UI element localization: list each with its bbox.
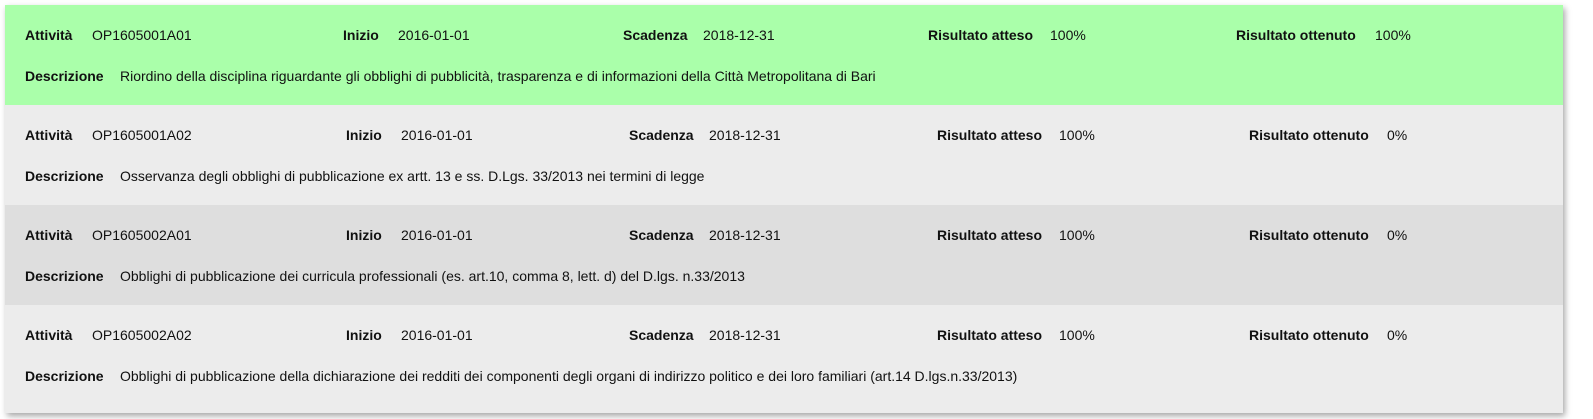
scadenza-value: 2018-12-31 [709,227,781,243]
inizio-value: 2016-01-01 [401,327,473,343]
risultato-ottenuto-label: Risultato ottenuto [1249,127,1369,143]
risultato-atteso-value: 100% [1059,227,1095,243]
scadenza-label: Scadenza [623,27,688,43]
inizio-value: 2016-01-01 [401,127,473,143]
activity-row-header: Attività OP1605002A02 Inizio 2016-01-01 … [5,325,1563,345]
activity-row-description: Descrizione Obblighi di pubblicazione de… [5,366,1563,386]
activity-row-header: Attività OP1605001A02 Inizio 2016-01-01 … [5,125,1563,145]
inizio-label: Inizio [346,127,382,143]
attivita-value: OP1605001A01 [92,27,192,43]
activity-row-description: Descrizione Obblighi di pubblicazione de… [5,266,1563,286]
inizio-label: Inizio [346,327,382,343]
risultato-atteso-label: Risultato atteso [928,27,1034,43]
risultato-ottenuto-value: 100% [1375,27,1411,43]
attivita-value: OP1605001A02 [92,127,192,143]
risultato-ottenuto-value: 0% [1387,227,1408,243]
activity-row-header: Attività OP1605001A01 Inizio 2016-01-01 … [5,25,1563,45]
inizio-label: Inizio [346,227,382,243]
attivita-label: Attività [25,227,73,243]
scadenza-value: 2018-12-31 [709,127,781,143]
risultato-ottenuto-value: 0% [1387,327,1408,343]
descrizione-value: Obblighi di pubblicazione della dichiara… [120,368,1018,384]
descrizione-label: Descrizione [25,268,104,284]
activity-row[interactable]: Attività OP1605002A01 Inizio 2016-01-01 … [5,205,1563,305]
descrizione-label: Descrizione [25,368,104,384]
activity-row[interactable]: Attività OP1605002A02 Inizio 2016-01-01 … [5,305,1563,405]
scadenza-label: Scadenza [629,127,694,143]
scadenza-label: Scadenza [629,227,694,243]
descrizione-value: Riordino della disciplina riguardante gl… [120,68,876,84]
inizio-value: 2016-01-01 [398,27,470,43]
risultato-ottenuto-label: Risultato ottenuto [1249,327,1369,343]
activity-row[interactable]: Attività OP1605001A01 Inizio 2016-01-01 … [5,5,1563,105]
scadenza-label: Scadenza [629,327,694,343]
risultato-ottenuto-label: Risultato ottenuto [1236,27,1356,43]
scadenza-value: 2018-12-31 [703,27,775,43]
risultato-ottenuto-value: 0% [1387,127,1408,143]
attivita-label: Attività [25,27,73,43]
descrizione-value: Obblighi di pubblicazione dei curricula … [120,268,745,284]
descrizione-value: Osservanza degli obblighi di pubblicazio… [120,168,705,184]
risultato-atteso-value: 100% [1059,327,1095,343]
activity-row-description: Descrizione Osservanza degli obblighi di… [5,166,1563,186]
scadenza-value: 2018-12-31 [709,327,781,343]
activity-list-panel: Attività OP1605001A01 Inizio 2016-01-01 … [5,5,1563,413]
risultato-ottenuto-label: Risultato ottenuto [1249,227,1369,243]
attivita-value: OP1605002A02 [92,327,192,343]
descrizione-label: Descrizione [25,168,104,184]
risultato-atteso-label: Risultato atteso [937,127,1043,143]
inizio-value: 2016-01-01 [401,227,473,243]
descrizione-label: Descrizione [25,68,104,84]
inizio-label: Inizio [343,27,379,43]
risultato-atteso-value: 100% [1050,27,1086,43]
risultato-atteso-value: 100% [1059,127,1095,143]
attivita-label: Attività [25,327,73,343]
activity-row-header: Attività OP1605002A01 Inizio 2016-01-01 … [5,225,1563,245]
activity-row-description: Descrizione Riordino della disciplina ri… [5,66,1563,86]
activity-row[interactable]: Attività OP1605001A02 Inizio 2016-01-01 … [5,105,1563,205]
attivita-label: Attività [25,127,73,143]
risultato-atteso-label: Risultato atteso [937,327,1043,343]
risultato-atteso-label: Risultato atteso [937,227,1043,243]
attivita-value: OP1605002A01 [92,227,192,243]
